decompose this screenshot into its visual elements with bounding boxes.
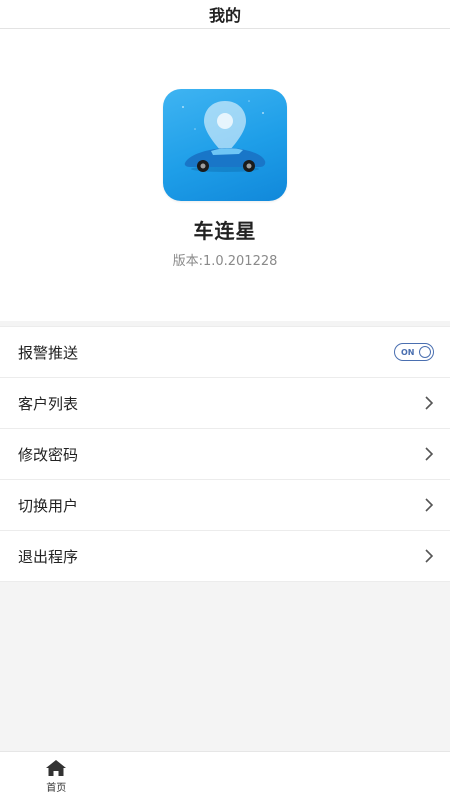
page-title: 我的 [208,6,241,25]
tab-3[interactable] [225,752,338,800]
page: 我的 车连星 版本:1.0.201228 报警推送 ON 客户列表 修改密码 切… [0,0,450,800]
tab-2[interactable] [113,752,226,800]
tab-home[interactable]: 首页 [0,752,113,800]
menu-item-label: 客户列表 [18,394,79,413]
bottom-nav: 首页 [0,751,450,800]
menu-item-label: 报警推送 [18,343,79,362]
car-location-pin-icon [182,100,266,172]
chevron-right-icon [424,548,434,564]
chevron-right-icon [424,497,434,513]
toggle-on-label: ON [401,347,415,357]
app-logo [163,89,287,201]
chevron-right-icon [424,446,434,462]
menu-item-label: 切换用户 [18,496,79,515]
app-name: 车连星 [193,219,257,243]
menu-item-change-password[interactable]: 修改密码 [0,429,450,480]
home-icon [46,759,67,776]
tab-4[interactable] [338,752,450,800]
top-bar: 我的 [0,0,450,29]
toggle-knob [419,346,431,358]
menu-item-exit-app[interactable]: 退出程序 [0,531,450,582]
menu-item-customer-list[interactable]: 客户列表 [0,378,450,429]
settings-menu: 报警推送 ON 客户列表 修改密码 切换用户 退出程序 [0,326,450,582]
menu-item-switch-user[interactable]: 切换用户 [0,480,450,531]
tab-home-label: 首页 [46,782,67,794]
app-info-section: 车连星 版本:1.0.201228 [0,29,450,321]
menu-item-alarm-push[interactable]: 报警推送 ON [0,327,450,378]
menu-item-label: 修改密码 [18,445,79,464]
app-version: 版本:1.0.201228 [172,254,278,269]
menu-item-label: 退出程序 [18,547,79,566]
alarm-push-toggle[interactable]: ON [394,343,434,361]
chevron-right-icon [424,395,434,411]
